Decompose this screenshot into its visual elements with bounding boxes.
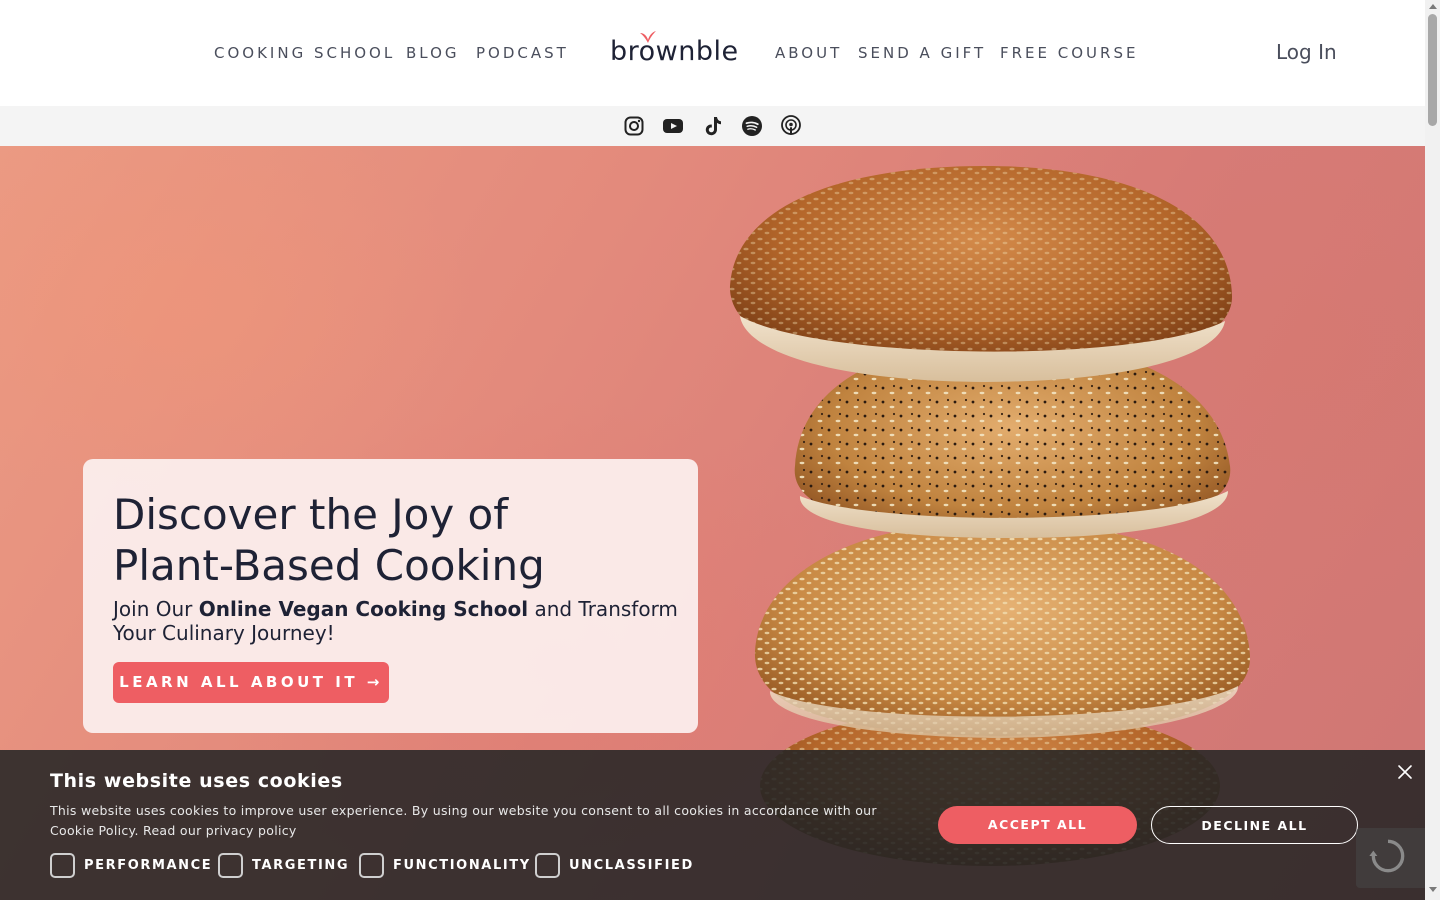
targeting-label: TARGETING — [252, 857, 350, 873]
hero-title-line1: Discover the Joy of — [113, 490, 509, 539]
decline-all-button[interactable]: DECLINE ALL — [1151, 806, 1358, 844]
performance-checkbox[interactable] — [50, 852, 75, 878]
nav-free-course[interactable]: FREE COURSE — [1000, 44, 1138, 62]
performance-label: PERFORMANCE — [84, 857, 213, 873]
scroll-thumb[interactable] — [1428, 14, 1437, 126]
cookie-title: This website uses cookies — [50, 770, 343, 792]
youtube-icon[interactable] — [662, 115, 684, 137]
hero-title-line2: Plant-Based Cooking — [113, 541, 545, 590]
recaptcha-badge[interactable] — [1356, 828, 1425, 888]
nav-about[interactable]: ABOUT — [775, 44, 842, 62]
hero-title: Discover the Joy of Plant-Based Cooking — [113, 489, 673, 591]
scroll-down-arrow-icon[interactable] — [1429, 887, 1437, 892]
instagram-icon[interactable] — [623, 115, 645, 137]
close-icon[interactable] — [1397, 764, 1413, 780]
cookie-option-targeting[interactable]: TARGETING — [218, 852, 349, 878]
cookie-option-unclassified[interactable]: UNCLASSIFIED — [535, 852, 694, 878]
hero-card: Discover the Joy of Plant-Based Cooking … — [83, 459, 698, 733]
cookie-banner: This website uses cookies This website u… — [0, 750, 1425, 900]
targeting-checkbox[interactable] — [218, 852, 243, 878]
podcast-icon[interactable] — [780, 115, 802, 137]
nav-podcast[interactable]: PODCAST — [476, 44, 569, 62]
site-header: COOKING SCHOOL BLOG PODCAST brownble ABO… — [0, 0, 1425, 106]
tiktok-icon[interactable] — [702, 115, 724, 137]
nav-cooking-school[interactable]: COOKING SCHOOL — [214, 44, 395, 62]
unclassified-label: UNCLASSIFIED — [569, 857, 694, 873]
hero-subtitle: Join Our Online Vegan Cooking School and… — [113, 597, 683, 645]
nav-blog[interactable]: BLOG — [406, 44, 460, 62]
cookie-option-performance[interactable]: PERFORMANCE — [50, 852, 212, 878]
learn-more-button[interactable]: LEARN ALL ABOUT IT → — [113, 662, 389, 703]
accept-all-button[interactable]: ACCEPT ALL — [938, 806, 1137, 844]
cookie-text: This website uses cookies to improve use… — [50, 803, 877, 838]
brownble-logo[interactable]: brownble — [610, 30, 738, 70]
spotify-icon[interactable] — [741, 115, 763, 137]
social-bar — [0, 106, 1425, 146]
login-link[interactable]: Log In — [1276, 40, 1337, 64]
hero-sub-pre: Join Our — [113, 597, 199, 621]
functionality-checkbox[interactable] — [359, 852, 384, 878]
scroll-up-arrow-icon[interactable] — [1429, 4, 1437, 9]
page-scrollbar[interactable] — [1425, 0, 1440, 900]
cookie-option-functionality[interactable]: FUNCTIONALITY — [359, 852, 531, 878]
unclassified-checkbox[interactable] — [535, 852, 560, 878]
logo-text: brownble — [610, 36, 739, 67]
nav-send-a-gift[interactable]: SEND A GIFT — [858, 44, 986, 62]
hero-sub-bold: Online Vegan Cooking School — [198, 597, 529, 621]
functionality-label: FUNCTIONALITY — [393, 857, 531, 873]
recaptcha-icon — [1369, 839, 1405, 873]
